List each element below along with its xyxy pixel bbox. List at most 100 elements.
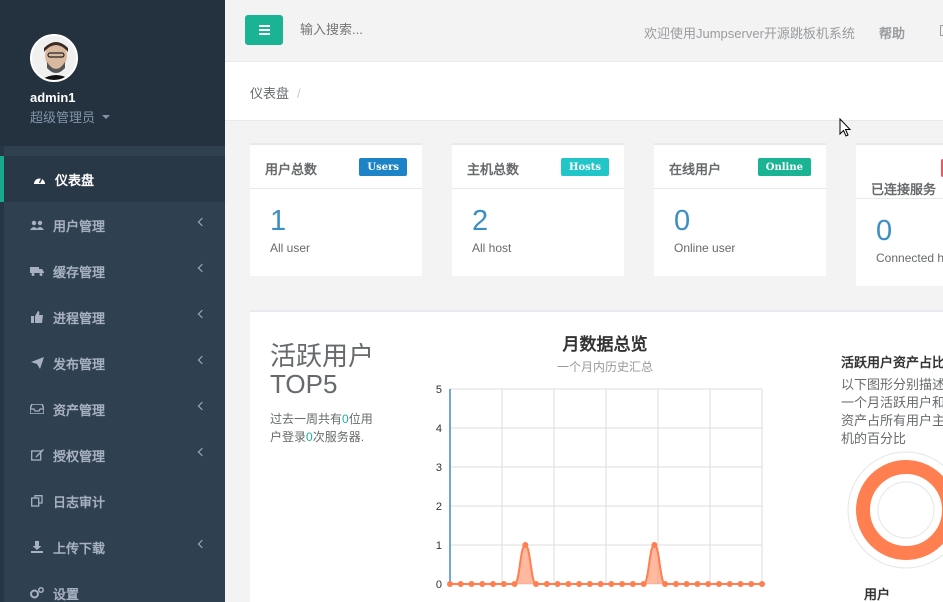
sidebar-item-1[interactable]: 用户管理 xyxy=(0,202,225,248)
sidebar-item-label: 日志审计 xyxy=(53,494,106,510)
sidebar-item-label: 设置 xyxy=(53,586,80,602)
y-tick-label: 2 xyxy=(436,501,442,513)
stat-card-value: 0 xyxy=(674,205,691,237)
asset-ratio-title: 活跃用户资产占比 xyxy=(841,355,943,370)
y-tick-label: 4 xyxy=(436,423,442,435)
user-role-dropdown[interactable]: 超级管理员 xyxy=(30,107,225,126)
data-point xyxy=(565,581,572,587)
sidebar: admin1 超级管理员 仪表盘用户管理缓存管理 进程管理发布管理资产管理授权管理… xyxy=(0,0,225,602)
data-point xyxy=(629,581,636,587)
avatar[interactable] xyxy=(30,34,78,82)
stat-card-value: 1 xyxy=(270,205,287,237)
data-point xyxy=(619,581,626,587)
data-point xyxy=(511,581,518,587)
inbox-icon xyxy=(30,402,44,416)
data-point xyxy=(522,542,529,548)
data-point xyxy=(457,581,464,587)
menu-toggle-button[interactable] xyxy=(245,15,283,45)
chevron-left-icon xyxy=(197,217,207,227)
data-point xyxy=(490,581,497,587)
data-point xyxy=(500,581,507,587)
data-point xyxy=(705,581,712,587)
sidebar-nav: 仪表盘用户管理缓存管理 进程管理发布管理资产管理授权管理日志审计上传下载设置 xyxy=(0,156,225,602)
chevron-left-icon xyxy=(197,401,207,411)
breadcrumb-bar: 仪表盘 / xyxy=(225,62,943,121)
y-tick-label: 1 xyxy=(436,540,442,552)
sidebar-item-label: 用户管理 xyxy=(53,218,106,234)
stat-card-title: 主机总数 xyxy=(467,162,520,177)
sidebar-item-label: 资产管理 xyxy=(53,402,106,418)
data-point xyxy=(586,581,593,587)
stat-card-header: 已连接服务 xyxy=(856,145,943,199)
overview-panel: 活跃用户TOP5 过去一周共有0位用户登录0次服务器. 月数据总览 一个月内历史… xyxy=(250,310,943,602)
breadcrumb-current[interactable]: 仪表盘 xyxy=(250,86,289,101)
monthly-chart: 0 1 2 3 4 5 xyxy=(436,384,765,591)
chevron-left-icon xyxy=(197,447,207,457)
sidebar-item-label: 上传下载 xyxy=(53,540,106,556)
sidebar-item-8[interactable]: 上传下载 xyxy=(0,524,225,570)
data-point xyxy=(672,581,679,587)
sidebar-item-3[interactable]: 进程管理 xyxy=(0,294,225,340)
search-input[interactable] xyxy=(300,22,500,37)
y-tick-label: 3 xyxy=(436,462,442,474)
sidebar-item-label: 发布管理 xyxy=(53,356,106,372)
asset-ratio-description: 以下图形分别描述一个月活跃用户和资产占所有用户主机的百分比 xyxy=(841,377,943,446)
data-point xyxy=(694,581,701,587)
sidebar-item-9[interactable]: 设置 xyxy=(0,570,225,602)
data-point xyxy=(726,581,733,587)
data-point xyxy=(468,581,475,587)
welcome-text: 欢迎使用Jumpserver开源跳板机系统 xyxy=(644,26,855,41)
stat-card-2: 在线用户 Online 0 Online user xyxy=(654,143,826,276)
send-icon xyxy=(30,356,44,370)
top5-description: 过去一周共有0位用户登录0次服务器. xyxy=(270,410,375,446)
truck-icon xyxy=(30,264,44,278)
profile-header: admin1 超级管理员 xyxy=(0,0,225,146)
data-point xyxy=(737,581,744,587)
stat-card-badge: Users xyxy=(359,158,407,176)
sidebar-item-6[interactable]: 授权管理 xyxy=(0,432,225,478)
sidebar-item-5[interactable]: 资产管理 xyxy=(0,386,225,432)
topbar: 欢迎使用Jumpserver开源跳板机系统 帮助 xyxy=(225,0,943,62)
hamburger-icon-line xyxy=(258,33,270,35)
stat-card-value: 0 xyxy=(876,215,893,247)
stat-card-3: 已连接服务 0 Connected h xyxy=(856,143,943,286)
help-link[interactable]: 帮助 xyxy=(879,23,905,42)
data-point xyxy=(651,542,658,548)
username: admin1 xyxy=(30,90,76,105)
caret-down-icon xyxy=(102,114,111,119)
sidebar-item-7[interactable]: 日志审计 xyxy=(0,478,225,524)
sidebar-item-4[interactable]: 发布管理 xyxy=(0,340,225,386)
stat-card-header: 用户总数 Users xyxy=(250,145,422,189)
data-point xyxy=(479,581,486,587)
donut-fill xyxy=(856,460,943,560)
stat-card-title: 用户总数 xyxy=(265,162,318,177)
chevron-left-icon xyxy=(197,309,207,319)
top5-server-count: 0 xyxy=(306,430,313,444)
top5-user-count: 0 xyxy=(342,412,349,426)
gears-icon xyxy=(30,586,44,600)
data-point xyxy=(597,581,604,587)
users-icon xyxy=(30,218,44,232)
data-point xyxy=(447,581,453,587)
stat-card-0: 用户总数 Users 1 All user xyxy=(250,143,422,276)
stat-card-1: 主机总数 Hosts 2 All host xyxy=(452,143,624,276)
user-role-label: 超级管理员 xyxy=(30,110,96,125)
donut-inner-ring xyxy=(877,481,935,539)
data-point xyxy=(748,581,755,587)
sidebar-item-0[interactable]: 仪表盘 xyxy=(0,156,225,202)
dashboard-icon xyxy=(32,172,46,186)
stat-card-header: 主机总数 Hosts xyxy=(452,145,624,189)
stat-card-value: 2 xyxy=(472,205,489,237)
data-point xyxy=(662,581,669,587)
stat-card-title: 在线用户 xyxy=(669,162,722,177)
data-point xyxy=(683,581,690,587)
chevron-left-icon xyxy=(197,355,207,365)
top5-title: 活跃用户TOP5 xyxy=(270,341,375,399)
sidebar-item-2[interactable]: 缓存管理 xyxy=(0,248,225,294)
hamburger-icon xyxy=(258,25,270,27)
breadcrumb: 仪表盘 / xyxy=(250,83,301,102)
data-point xyxy=(759,581,765,587)
donut-label: 用户 xyxy=(864,587,891,602)
data-point xyxy=(715,581,722,587)
stat-card-subtitle: Connected h xyxy=(876,251,943,265)
